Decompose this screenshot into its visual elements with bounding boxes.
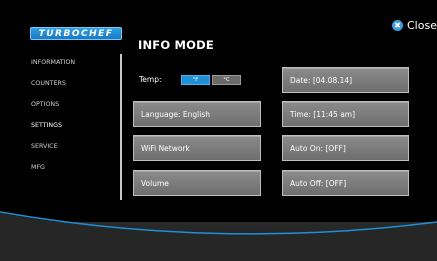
volume-button[interactable]: Volume xyxy=(133,170,261,196)
close-icon[interactable]: ✖ xyxy=(392,20,403,31)
sidebar-item-mfg[interactable]: MFG xyxy=(31,162,121,183)
close-button[interactable]: ✖ Close xyxy=(392,19,437,32)
oven-screen: TURBOCHEF INFORMATION COUNTERS OPTIONS S… xyxy=(0,0,437,261)
bottom-band xyxy=(0,222,437,261)
language-button[interactable]: Language: English xyxy=(133,101,261,127)
sidebar-item-counters[interactable]: COUNTERS xyxy=(31,78,121,99)
sidebar-item-settings[interactable]: SETTINGS xyxy=(31,120,121,141)
sidebar-menu: INFORMATION COUNTERS OPTIONS SETTINGS SE… xyxy=(31,57,121,183)
temp-unit-toggle: °F °C xyxy=(181,75,241,85)
time-button[interactable]: Time: [11:45 am] xyxy=(282,101,409,127)
logo-text: TURBOCHEF xyxy=(38,28,114,39)
temp-celsius-option[interactable]: °C xyxy=(212,75,241,85)
auto-on-button[interactable]: Auto On: [OFF] xyxy=(282,135,409,161)
page-title: INFO MODE xyxy=(138,38,214,52)
turbochef-logo: TURBOCHEF xyxy=(30,27,122,40)
sidebar-divider xyxy=(120,54,122,200)
close-label[interactable]: Close xyxy=(407,19,437,32)
sidebar-item-information[interactable]: INFORMATION xyxy=(31,57,121,78)
auto-off-button[interactable]: Auto Off: [OFF] xyxy=(282,170,409,196)
sidebar-item-options[interactable]: OPTIONS xyxy=(31,99,121,120)
date-button[interactable]: Date: [04.08.14] xyxy=(282,67,409,93)
temp-fahrenheit-option[interactable]: °F xyxy=(181,75,210,85)
wifi-network-button[interactable]: WiFi Network xyxy=(133,135,261,161)
temp-label: Temp: xyxy=(139,75,162,84)
sidebar-item-service[interactable]: SERVICE xyxy=(31,141,121,162)
